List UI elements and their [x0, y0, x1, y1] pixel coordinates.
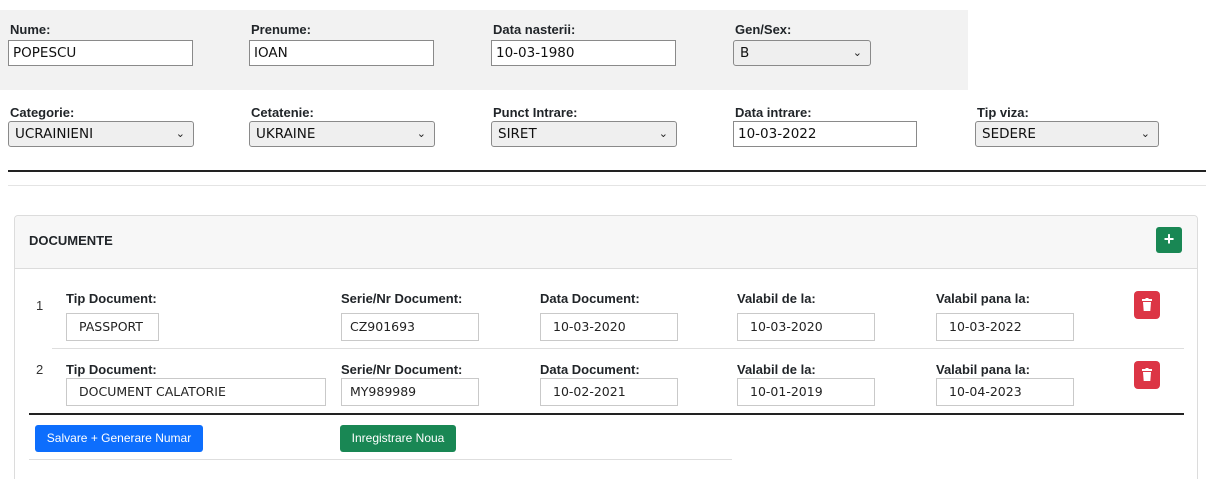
- cetatenie-label: Cetatenie:: [251, 105, 314, 120]
- tip-document-field[interactable]: DOCUMENT CALATORIE: [66, 378, 326, 406]
- gen-select-value: B: [740, 45, 750, 61]
- documents-card-header: DOCUMENTE +: [15, 216, 1197, 269]
- save-generate-number-button[interactable]: Salvare + Generare Numar: [35, 425, 203, 452]
- punct-intrare-select-value: SIRET: [498, 126, 537, 142]
- documents-divider: [29, 413, 1184, 415]
- chevron-down-icon: ⌄: [416, 127, 426, 140]
- new-registration-button[interactable]: Inregistrare Noua: [340, 425, 456, 452]
- row-divider: [52, 348, 1184, 349]
- trash-icon: [1142, 368, 1152, 381]
- tip-viza-label: Tip viza:: [977, 105, 1029, 120]
- nume-label: Nume:: [10, 22, 51, 37]
- section-divider-light: [8, 185, 1206, 186]
- data-intrare-input[interactable]: 10-03-2022: [733, 121, 917, 147]
- punct-intrare-label: Punct Intrare:: [493, 105, 578, 120]
- data-nasterii-input[interactable]: 10-03-1980: [491, 40, 676, 66]
- document-row-number: 2: [36, 362, 44, 377]
- serie-document-field[interactable]: MY989989: [341, 378, 479, 406]
- data-document-label: Data Document:: [540, 362, 640, 377]
- nume-input[interactable]: POPESCU: [8, 40, 193, 66]
- valabil-pana-la-label: Valabil pana la:: [936, 362, 1030, 377]
- delete-document-button[interactable]: [1134, 291, 1160, 319]
- cetatenie-select[interactable]: UKRAINE ⌄: [249, 121, 435, 147]
- add-document-button[interactable]: +: [1156, 227, 1182, 253]
- gen-select[interactable]: B ⌄: [733, 40, 871, 66]
- footer-divider: [29, 459, 732, 460]
- section-divider: [8, 170, 1206, 172]
- serie-document-label: Serie/Nr Document:: [341, 362, 463, 377]
- delete-document-button[interactable]: [1134, 361, 1160, 389]
- valabil-pana-la-label: Valabil pana la:: [936, 291, 1030, 306]
- punct-intrare-select[interactable]: SIRET ⌄: [491, 121, 677, 147]
- chevron-down-icon: ⌄: [658, 127, 668, 140]
- document-row-number: 1: [36, 298, 44, 313]
- categorie-label: Categorie:: [10, 105, 75, 120]
- data-nasterii-label: Data nasterii:: [493, 22, 576, 37]
- valabil-de-la-label: Valabil de la:: [737, 362, 816, 377]
- trash-icon: [1142, 298, 1152, 311]
- chevron-down-icon: ⌄: [175, 127, 185, 140]
- prenume-label: Prenume:: [251, 22, 311, 37]
- categorie-select[interactable]: UCRAINIENI ⌄: [8, 121, 194, 147]
- tip-viza-select-value: SEDERE: [982, 126, 1036, 142]
- chevron-down-icon: ⌄: [1140, 127, 1150, 140]
- data-intrare-label: Data intrare:: [735, 105, 812, 120]
- prenume-input[interactable]: IOAN: [249, 40, 434, 66]
- valabil-de-la-field[interactable]: 10-01-2019: [737, 378, 875, 406]
- data-document-field[interactable]: 10-02-2021: [540, 378, 678, 406]
- gen-label: Gen/Sex:: [735, 22, 792, 37]
- valabil-de-la-field[interactable]: 10-03-2020: [737, 313, 875, 341]
- tip-document-field[interactable]: PASSPORT: [66, 313, 159, 341]
- data-document-field[interactable]: 10-03-2020: [540, 313, 678, 341]
- data-document-label: Data Document:: [540, 291, 640, 306]
- cetatenie-select-value: UKRAINE: [256, 126, 316, 142]
- valabil-pana-la-field[interactable]: 10-03-2022: [936, 313, 1074, 341]
- tip-document-label: Tip Document:: [66, 291, 157, 306]
- valabil-de-la-label: Valabil de la:: [737, 291, 816, 306]
- tip-viza-select[interactable]: SEDERE ⌄: [975, 121, 1159, 147]
- valabil-pana-la-field[interactable]: 10-04-2023: [936, 378, 1074, 406]
- documents-title: DOCUMENTE: [29, 233, 113, 248]
- chevron-down-icon: ⌄: [852, 46, 862, 59]
- serie-document-label: Serie/Nr Document:: [341, 291, 463, 306]
- categorie-select-value: UCRAINIENI: [15, 126, 94, 142]
- tip-document-label: Tip Document:: [66, 362, 157, 377]
- serie-document-field[interactable]: CZ901693: [341, 313, 479, 341]
